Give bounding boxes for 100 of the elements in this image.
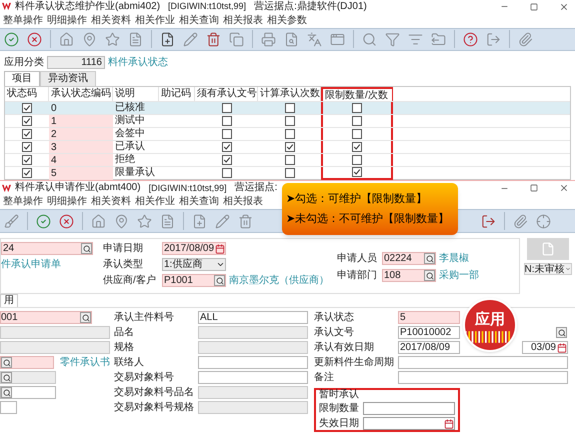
checked-checkbox[interactable] [222, 155, 232, 165]
category-link[interactable]: 料件承认状态 [108, 58, 168, 68]
lookup-button[interactable] [214, 275, 225, 286]
new-document-icon[interactable] [160, 32, 175, 47]
maximize-icon[interactable] [530, 184, 538, 192]
input-field[interactable] [0, 371, 56, 384]
star-icon[interactable] [105, 32, 120, 47]
trash-icon[interactable] [238, 214, 253, 228]
lookup-button[interactable] [1, 372, 12, 383]
supplier-link[interactable]: 南京墨尔克（供应商） [229, 276, 329, 286]
date-field[interactable]: 03/09 [522, 341, 568, 354]
home-icon[interactable] [91, 214, 106, 228]
lookup-button[interactable] [1, 357, 12, 368]
name-link[interactable]: 李晨椒 [439, 254, 469, 264]
table-row[interactable]: 0 已核准 [5, 101, 570, 114]
pin-icon[interactable] [82, 32, 97, 47]
lookup-button[interactable] [556, 327, 567, 338]
checkbox[interactable] [284, 116, 294, 126]
date-field[interactable]: 2017/08/09 [162, 242, 226, 255]
table-row[interactable]: 1 测试中 [5, 114, 570, 127]
input-field[interactable] [198, 371, 308, 384]
check-icon[interactable] [4, 32, 19, 47]
input-field[interactable]: 108 [382, 269, 436, 282]
checkbox[interactable] [352, 116, 362, 126]
close-icon[interactable] [559, 183, 569, 193]
window-icon[interactable] [330, 32, 345, 47]
list-icon[interactable] [128, 32, 143, 47]
input-field[interactable] [0, 386, 56, 399]
star-icon[interactable] [137, 214, 152, 228]
date-field[interactable] [363, 417, 455, 430]
crosshair-icon[interactable] [536, 214, 551, 228]
checked-checkbox[interactable] [22, 168, 32, 178]
checkbox[interactable] [284, 168, 294, 178]
checked-checkbox[interactable] [222, 142, 232, 152]
printer-icon[interactable] [261, 32, 276, 47]
cancel-icon[interactable] [59, 214, 74, 228]
calendar-icon[interactable] [557, 342, 567, 352]
checkbox[interactable] [284, 103, 294, 113]
checkbox[interactable] [284, 155, 294, 165]
category-field[interactable]: 1116 [47, 56, 105, 70]
maximize-icon[interactable] [530, 2, 538, 11]
name-link[interactable]: 采购一部 [439, 270, 479, 280]
menu-item[interactable]: 明细操作 [47, 16, 87, 26]
pin-icon[interactable] [114, 214, 129, 228]
checkbox[interactable] [222, 116, 232, 126]
input-field[interactable] [198, 326, 308, 339]
paperclip-icon[interactable] [513, 214, 528, 228]
lookup-button[interactable] [1, 387, 12, 398]
trash-icon[interactable] [206, 32, 221, 47]
menu-item[interactable]: 相关查询 [179, 16, 219, 26]
input-field[interactable]: 02224 [382, 252, 436, 265]
tab[interactable]: 项目 [4, 71, 40, 86]
input-field[interactable]: 001 [0, 311, 92, 324]
checked-checkbox[interactable] [22, 116, 32, 126]
exit-icon[interactable] [481, 214, 496, 228]
input-field[interactable]: 2017/08/09 [398, 341, 460, 354]
lookup-button[interactable] [81, 243, 92, 254]
document-number-field[interactable]: 24 [1, 242, 93, 255]
copy-icon[interactable] [229, 32, 244, 47]
checked-checkbox[interactable] [22, 142, 32, 152]
input-field[interactable] [198, 401, 308, 414]
input-field[interactable] [398, 356, 568, 369]
pencil-icon[interactable] [215, 214, 230, 228]
checkbox[interactable] [284, 129, 294, 139]
checked-checkbox[interactable] [22, 129, 32, 139]
calendar-icon[interactable] [444, 418, 454, 428]
menu-item[interactable]: 相关作业 [135, 197, 175, 207]
checkbox[interactable] [352, 103, 362, 113]
input-field[interactable] [198, 386, 308, 399]
filter-icon[interactable] [385, 32, 400, 47]
supplier-field[interactable]: P1001 [162, 274, 226, 287]
input-field[interactable] [0, 356, 54, 369]
tab[interactable]: 用 [0, 294, 18, 307]
menu-item[interactable]: 相关报表 [223, 16, 263, 26]
input-field[interactable] [398, 371, 568, 384]
table-row[interactable]: 5 限量承认 [5, 166, 570, 179]
lookup-button[interactable] [424, 270, 435, 281]
menu-item[interactable]: 整单操作 [3, 197, 43, 207]
checkbox[interactable] [352, 129, 362, 139]
checkbox[interactable] [222, 129, 232, 139]
checkbox[interactable] [352, 155, 362, 165]
menu-item[interactable]: 明细操作 [47, 197, 87, 207]
cancel-icon[interactable] [27, 32, 42, 47]
input-field[interactable] [0, 326, 110, 339]
status-dropdown[interactable]: N:未审核 [524, 263, 572, 275]
menu-item[interactable]: 相关资料 [91, 197, 131, 207]
type-dropdown[interactable]: 1:供应商 [162, 258, 226, 271]
input-field[interactable]: ALL [198, 311, 308, 324]
list-icon[interactable] [160, 214, 175, 228]
checked-checkbox[interactable] [22, 155, 32, 165]
checked-checkbox[interactable] [22, 103, 32, 113]
input-field[interactable] [0, 341, 110, 354]
input-field[interactable]: P10010002 [398, 326, 460, 339]
search-icon[interactable] [362, 32, 377, 47]
calendar-icon[interactable] [215, 244, 225, 254]
table-row[interactable]: 3 已承认 [5, 140, 570, 153]
table-row[interactable]: 4 拒绝 [5, 153, 570, 166]
menu-item[interactable]: 相关参数 [267, 16, 307, 26]
table-row[interactable]: 2 会签中 [5, 127, 570, 140]
menu-item[interactable]: 相关作业 [135, 16, 175, 26]
